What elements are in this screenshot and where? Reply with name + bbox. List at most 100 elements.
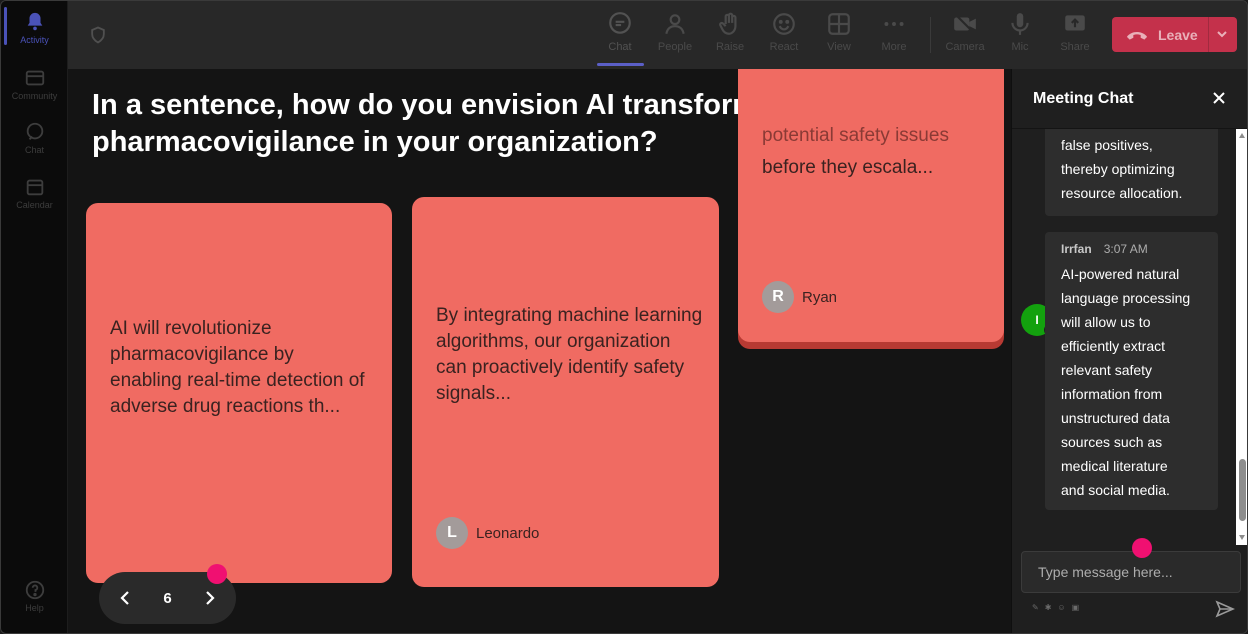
rail-item-activity[interactable]: Activity (1, 11, 68, 45)
scroll-up-arrow[interactable] (1239, 133, 1245, 138)
gif-icon[interactable]: ▣ (1072, 603, 1080, 612)
click-indicator-dot (207, 564, 227, 584)
meeting-toolbar: Chat People Raise React View More Camera (68, 1, 1247, 69)
message-line: relevant safety (1061, 362, 1153, 378)
message-line: information from (1061, 386, 1163, 402)
response-author: L Leonardo (436, 517, 539, 549)
rail-label: Calendar (16, 200, 53, 210)
raise-hand-button[interactable]: Raise (702, 11, 758, 61)
camera-button-label: Camera (945, 41, 985, 53)
avatar: R (762, 281, 794, 313)
chat-bubble-icon (609, 12, 631, 34)
message-line: and social media. (1061, 482, 1170, 498)
message-line: resource allocation. (1061, 185, 1183, 201)
response-text-partial: potential safety issues (762, 125, 949, 146)
share-screen-icon (1065, 15, 1085, 31)
message-line: AI-powered natural (1061, 266, 1180, 282)
rail-item-chat[interactable]: Chat (1, 121, 68, 155)
person-icon (665, 14, 685, 35)
rail-item-community[interactable]: Community (1, 67, 68, 101)
emoji-icon[interactable]: ☺ (1057, 603, 1065, 612)
rail-label: Community (11, 91, 58, 101)
view-button[interactable]: View (811, 11, 867, 61)
community-icon (25, 70, 44, 86)
rail-item-calendar[interactable]: Calendar (1, 176, 68, 210)
author-name: Leonardo (476, 524, 540, 542)
message-line: unstructured data (1061, 410, 1170, 426)
view-button-label: View (827, 41, 851, 53)
toolbar-divider (930, 17, 931, 53)
message-time: 3:07 AM (1103, 242, 1148, 256)
microphone-icon (1011, 13, 1029, 35)
app-rail: Activity Community Chat Calendar Help (1, 1, 68, 633)
chat-scrollbar[interactable] (1236, 129, 1247, 545)
camera-button[interactable]: Camera (937, 11, 993, 61)
chat-title: Meeting Chat (1033, 90, 1134, 107)
shield-icon[interactable] (88, 25, 108, 45)
avatar: L (436, 517, 468, 549)
people-button[interactable]: People (647, 11, 703, 61)
response-card[interactable]: potential safety issues before they esca… (738, 69, 1004, 342)
more-button-label: More (881, 41, 907, 53)
chat-header: Meeting Chat (1012, 69, 1247, 129)
chevron-right-icon[interactable] (200, 589, 218, 607)
chat-messages: false positives, thereby optimizing reso… (1012, 129, 1236, 545)
format-icon[interactable]: ✎ (1032, 603, 1039, 612)
people-button-label: People (657, 41, 693, 53)
message-line: thereby optimizing (1061, 161, 1175, 177)
message-sender: Irrfan (1061, 242, 1092, 256)
bell-icon (27, 12, 42, 31)
message-meta: Irrfan 3:07 AM (1061, 240, 1202, 258)
hang-up-icon (1126, 31, 1148, 40)
response-text: AI will revolutionize pharmacovigilance … (110, 318, 365, 417)
chat-button[interactable]: Chat (592, 11, 648, 61)
hand-icon (719, 12, 737, 35)
response-author: R Ryan (762, 281, 837, 313)
active-tab-indicator (597, 63, 644, 66)
rail-label: Chat (24, 145, 44, 155)
leave-button[interactable]: Leave (1112, 17, 1237, 52)
meeting-window: Activity Community Chat Calendar Help Ch… (0, 0, 1248, 634)
react-button[interactable]: React (756, 11, 812, 61)
more-button[interactable]: More (866, 11, 922, 61)
react-button-label: React (769, 41, 799, 53)
attach-icon[interactable]: ✱ (1045, 603, 1052, 612)
chat-message: Irrfan 3:07 AM AI-powered natural langua… (1045, 232, 1218, 510)
camera-off-icon (954, 13, 976, 35)
share-button-label: Share (1060, 41, 1090, 53)
response-card[interactable]: AI will revolutionize pharmacovigilance … (86, 203, 392, 583)
author-name: Ryan (802, 288, 838, 306)
message-line: medical literature (1061, 458, 1168, 474)
format-toolbar: ✎ ✱ ☺ ▣ (1032, 603, 1079, 612)
response-text: By integrating machine learning algorith… (436, 305, 703, 404)
chevron-down-icon[interactable] (1215, 27, 1229, 41)
mic-button[interactable]: Mic (992, 11, 1048, 61)
more-dots-icon (884, 22, 904, 26)
response-text: before they escala... (762, 157, 934, 178)
share-button[interactable]: Share (1047, 11, 1103, 61)
calendar-icon (26, 179, 43, 196)
leave-label: Leave (1158, 26, 1198, 43)
message-input[interactable]: Type message here... (1021, 551, 1241, 593)
message-line: language processing (1061, 290, 1191, 306)
smiley-icon (773, 13, 795, 35)
mic-button-label: Mic (1011, 41, 1029, 53)
click-indicator-dot (1132, 538, 1152, 558)
close-icon[interactable] (1210, 89, 1228, 107)
raise-button-label: Raise (715, 41, 745, 53)
chat-message: false positives, thereby optimizing reso… (1045, 129, 1218, 216)
message-line: sources such as (1061, 434, 1163, 450)
message-line: will allow us to (1061, 314, 1151, 330)
help-icon (25, 580, 44, 600)
scrollbar-thumb[interactable] (1239, 459, 1246, 521)
grid-view-icon (828, 13, 850, 35)
send-icon[interactable] (1215, 600, 1235, 618)
rail-label: Help (25, 603, 44, 613)
leave-divider (1208, 17, 1209, 52)
response-card[interactable]: By integrating machine learning algorith… (412, 197, 719, 587)
chevron-left-icon[interactable] (117, 589, 135, 607)
message-line: efficiently extract (1061, 338, 1166, 354)
scroll-down-arrow[interactable] (1239, 535, 1245, 540)
chat-button-label: Chat (608, 41, 632, 53)
rail-item-help[interactable]: Help (1, 579, 68, 613)
